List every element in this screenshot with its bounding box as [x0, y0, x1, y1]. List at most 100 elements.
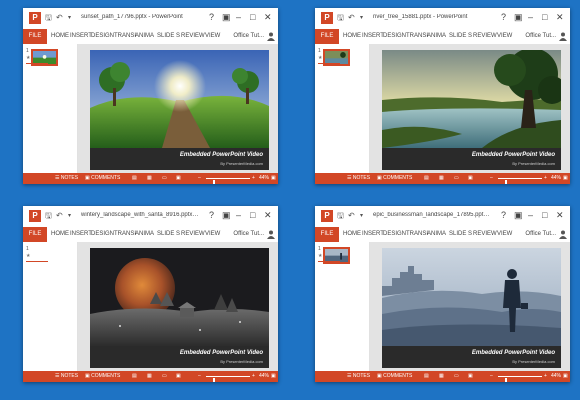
tab-view[interactable]: VIEW	[497, 29, 512, 44]
tab-slideshow[interactable]: SLIDE S	[157, 227, 180, 242]
slide-sorter-icon[interactable]: ▦	[439, 371, 444, 382]
powerpoint-window-3[interactable]: P 🖫 ↶ ▾ wintery_landscape_with_santa_891…	[23, 206, 278, 382]
minimize-button[interactable]: –	[528, 11, 533, 23]
tab-file[interactable]: FILE	[23, 29, 47, 44]
notes-button[interactable]: ☰ NOTES	[347, 173, 370, 184]
zoom-slider-thumb[interactable]	[505, 378, 508, 382]
tab-transitions[interactable]: TRANSI	[406, 227, 428, 242]
tab-slideshow[interactable]: SLIDE S	[157, 29, 180, 44]
close-button[interactable]: ✕	[556, 209, 564, 221]
zoom-slider-thumb[interactable]	[505, 180, 508, 184]
tab-home[interactable]: HOME	[343, 227, 361, 242]
notes-button[interactable]: ☰ NOTES	[55, 371, 78, 382]
tab-review[interactable]: REVIEW	[473, 227, 497, 242]
minimize-button[interactable]: –	[236, 209, 241, 221]
close-button[interactable]: ✕	[264, 11, 272, 23]
ribbon-display-icon[interactable]: ▣	[514, 209, 523, 221]
close-button[interactable]: ✕	[264, 209, 272, 221]
normal-view-icon[interactable]: ▤	[132, 371, 137, 382]
tab-file[interactable]: FILE	[23, 227, 47, 242]
powerpoint-logo-icon[interactable]: P	[321, 210, 333, 222]
zoom-slider[interactable]	[206, 178, 250, 184]
comments-button[interactable]: ▣ COMMENTS	[85, 173, 120, 184]
close-button[interactable]: ✕	[556, 11, 564, 23]
slide-sorter-icon[interactable]: ▦	[439, 173, 444, 184]
fit-slide-icon[interactable]: ▣	[563, 371, 568, 382]
maximize-button[interactable]: □	[542, 11, 547, 23]
tab-insert[interactable]: INSERT	[70, 29, 92, 44]
qat-dropdown-icon[interactable]: ▾	[360, 211, 363, 221]
account-name[interactable]: Office Tut...	[233, 29, 264, 44]
slide-canvas[interactable]: Embedded PowerPoint Video By PresenterMe…	[90, 50, 269, 170]
fit-slide-icon[interactable]: ▣	[271, 371, 276, 382]
tab-design[interactable]: DESIGN	[383, 227, 406, 242]
help-icon[interactable]: ?	[501, 209, 506, 221]
undo-icon[interactable]: ↶	[56, 211, 63, 221]
slide-canvas[interactable]: Embedded PowerPoint Video By PresenterMe…	[382, 248, 561, 368]
user-icon[interactable]	[559, 230, 567, 239]
undo-icon[interactable]: ↶	[56, 13, 63, 23]
zoom-slider[interactable]	[498, 178, 542, 184]
normal-view-icon[interactable]: ▤	[424, 371, 429, 382]
tab-home[interactable]: HOME	[51, 227, 69, 242]
qat-dropdown-icon[interactable]: ▾	[360, 13, 363, 23]
powerpoint-window-2[interactable]: P 🖫 ↶ ▾ river_tree_15881.pptx - PowerPoi…	[315, 8, 570, 184]
slideshow-view-icon[interactable]: ▣	[468, 371, 473, 382]
tab-home[interactable]: HOME	[51, 29, 69, 44]
help-icon[interactable]: ?	[209, 11, 214, 23]
help-icon[interactable]: ?	[501, 11, 506, 23]
save-icon[interactable]: 🖫	[45, 13, 52, 23]
tab-animations[interactable]: ANIMA	[135, 227, 154, 242]
zoom-level[interactable]: 44%	[259, 173, 269, 184]
zoom-out-button[interactable]: –	[490, 173, 493, 184]
tab-file[interactable]: FILE	[315, 29, 339, 44]
slide-sorter-icon[interactable]: ▦	[147, 173, 152, 184]
zoom-slider-thumb[interactable]	[213, 180, 216, 184]
powerpoint-logo-icon[interactable]: P	[29, 12, 41, 24]
tab-view[interactable]: VIEW	[497, 227, 512, 242]
slideshow-view-icon[interactable]: ▣	[176, 173, 181, 184]
reading-view-icon[interactable]: ▭	[454, 371, 459, 382]
tab-insert[interactable]: INSERT	[362, 227, 384, 242]
normal-view-icon[interactable]: ▤	[132, 173, 137, 184]
ribbon-display-icon[interactable]: ▣	[222, 209, 231, 221]
maximize-button[interactable]: □	[250, 209, 255, 221]
tab-design[interactable]: DESIGN	[383, 29, 406, 44]
qat-dropdown-icon[interactable]: ▾	[68, 13, 71, 23]
slide-canvas[interactable]: Embedded PowerPoint Video By PresenterMe…	[90, 248, 269, 368]
tab-view[interactable]: VIEW	[205, 29, 220, 44]
zoom-in-button[interactable]: +	[544, 173, 547, 184]
save-icon[interactable]: 🖫	[337, 211, 344, 221]
tab-review[interactable]: REVIEW	[181, 227, 205, 242]
undo-icon[interactable]: ↶	[348, 211, 355, 221]
comments-button[interactable]: ▣ COMMENTS	[377, 173, 412, 184]
comments-button[interactable]: ▣ COMMENTS	[377, 371, 412, 382]
maximize-button[interactable]: □	[250, 11, 255, 23]
tab-slideshow[interactable]: SLIDE S	[449, 227, 472, 242]
tab-file[interactable]: FILE	[315, 227, 339, 242]
tab-transitions[interactable]: TRANSI	[114, 227, 136, 242]
tab-home[interactable]: HOME	[343, 29, 361, 44]
account-name[interactable]: Office Tut...	[525, 227, 556, 242]
zoom-slider[interactable]	[206, 376, 250, 382]
notes-button[interactable]: ☰ NOTES	[55, 173, 78, 184]
undo-icon[interactable]: ↶	[348, 13, 355, 23]
zoom-out-button[interactable]: –	[198, 371, 201, 382]
zoom-in-button[interactable]: +	[252, 371, 255, 382]
powerpoint-window-1[interactable]: P 🖫 ↶ ▾ sunset_path_17796.pptx - PowerPo…	[23, 8, 278, 184]
normal-view-icon[interactable]: ▤	[424, 173, 429, 184]
powerpoint-window-4[interactable]: P 🖫 ↶ ▾ epic_businessman_landscape_17895…	[315, 206, 570, 382]
save-icon[interactable]: 🖫	[337, 13, 344, 23]
zoom-in-button[interactable]: +	[252, 173, 255, 184]
slide-sorter-icon[interactable]: ▦	[147, 371, 152, 382]
help-icon[interactable]: ?	[209, 209, 214, 221]
slide-canvas[interactable]: Embedded PowerPoint Video By PresenterMe…	[382, 50, 561, 170]
tab-design[interactable]: DESIGN	[91, 227, 114, 242]
tab-animations[interactable]: ANIMA	[427, 29, 446, 44]
reading-view-icon[interactable]: ▭	[454, 173, 459, 184]
minimize-button[interactable]: –	[236, 11, 241, 23]
zoom-slider-thumb[interactable]	[213, 378, 216, 382]
fit-slide-icon[interactable]: ▣	[271, 173, 276, 184]
slideshow-view-icon[interactable]: ▣	[176, 371, 181, 382]
tab-transitions[interactable]: TRANSI	[114, 29, 136, 44]
